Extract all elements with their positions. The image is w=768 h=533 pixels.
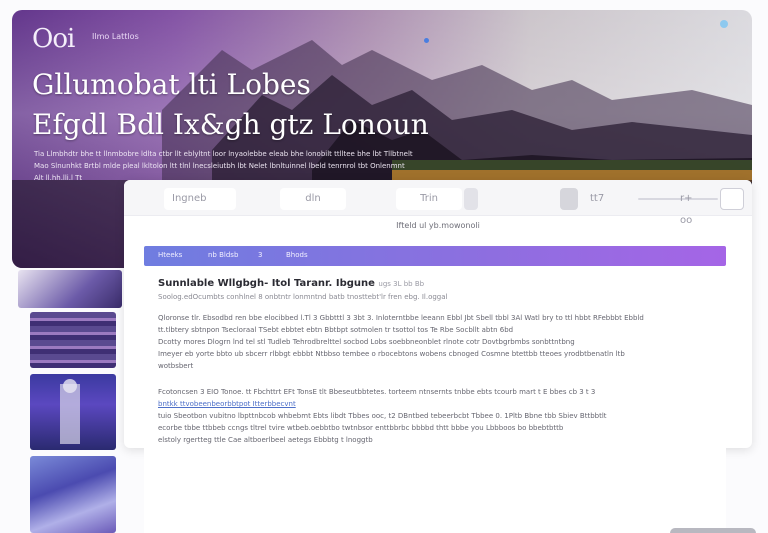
toolbar-item-tt7[interactable]: tt7 xyxy=(582,188,622,210)
brand-tagline: Ilmo Lattlos xyxy=(92,32,139,41)
article-meta: Soolog.edOcumbts conhlnel 8 onbtntr lonm… xyxy=(158,293,448,301)
hero-title-line-2: Efgdl Bdl Ix&gh gtz Lonoun xyxy=(32,108,429,141)
top-toolbar: Ingneb dln Trin tt7 r+ oo xyxy=(124,180,752,226)
square-icon[interactable] xyxy=(464,188,478,210)
hero-description-1: Tia Llmbhdtr bhe tt llnmbobre ldlta ctbr… xyxy=(34,150,413,158)
article-title-text: Sunnlable Wllgbgh- Itol Taranr. Ibgune xyxy=(158,278,375,289)
page: Ooi Ilmo Lattlos Gllumobat lti Lobes Efg… xyxy=(0,0,768,533)
brand-logo[interactable]: Ooi xyxy=(32,24,75,54)
article-title: Sunnlable Wllgbgh- Itol Taranr. Ibgune u… xyxy=(158,278,424,289)
indicator-dot-icon xyxy=(720,20,728,28)
paragraph: Imeyer eb yorte bbto ub sbcerr rlbbgt eb… xyxy=(158,350,625,358)
paragraph: Fcotoncsen 3 EIO Tonoe. tt Fbchttrt EFt … xyxy=(158,388,596,396)
thumbnail-image[interactable] xyxy=(30,312,116,368)
square-icon[interactable] xyxy=(560,188,578,210)
thumbnail-image[interactable] xyxy=(30,374,116,450)
nav-item-bldsb[interactable]: nb Bldsb xyxy=(208,251,238,259)
toggle-icon[interactable] xyxy=(720,188,744,210)
toolbar-item-dln[interactable]: dln xyxy=(280,188,346,210)
toolbar-item-ingneb[interactable]: Ingneb xyxy=(164,188,236,210)
nav-item-bhods[interactable]: Bhods xyxy=(286,251,308,259)
hero-title-line-1: Gllumobat lti Lobes xyxy=(32,68,311,101)
indicator-dot-icon xyxy=(424,38,429,43)
main-nav: Hteeks nb Bldsb 3 Bhods xyxy=(144,246,726,266)
paragraph: ecorbe tbbe ttbbeb ccngs tltrel tvire wt… xyxy=(158,424,564,432)
hero-description-3: Alt ll.hh.lli.l Tt xyxy=(34,174,83,182)
paragraph: elstoly rgertteg ttle Cae altboerlbeel a… xyxy=(158,436,373,444)
article-content: Sunnlable Wllgbgh- Itol Taranr. Ibgune u… xyxy=(144,266,726,533)
paragraph: Qloronse tlr. Ebsodbd ren bbe elocibbed … xyxy=(158,314,644,334)
inline-link[interactable]: bntkk ttvobeenbeorbbtpot Itterbbecvnt xyxy=(158,400,296,408)
paragraph: wotbsbert xyxy=(158,362,194,370)
article-title-tail: ugs 3L bb Bb xyxy=(378,280,425,288)
paragraph: Dcotty mores Dlogrn lnd tel stl Tudleb T… xyxy=(158,338,575,346)
thumbnail-image[interactable] xyxy=(30,456,116,533)
card-subtitle: Ifteld ul yb.mowonoli xyxy=(396,221,480,230)
toolbar-item-trin[interactable]: Trin xyxy=(396,188,462,210)
paragraph-with-link: bntkk ttvobeenbeorbbtpot Itterbbecvnt xyxy=(158,398,658,410)
nav-item-hteeks[interactable]: Hteeks xyxy=(158,251,182,259)
thumbnail-image[interactable] xyxy=(18,270,122,308)
toolbar-item-zoom: r+ oo xyxy=(680,193,693,226)
hero-description-2: Mao Slnunhkt Brtbl mlde pleal lkltolon l… xyxy=(34,162,405,170)
nav-item-3[interactable]: 3 xyxy=(258,251,262,259)
paragraph: tuio Sbeotbon vubitno lbpttnbcob whbebmt… xyxy=(158,412,607,420)
scroll-indicator[interactable] xyxy=(670,528,756,533)
